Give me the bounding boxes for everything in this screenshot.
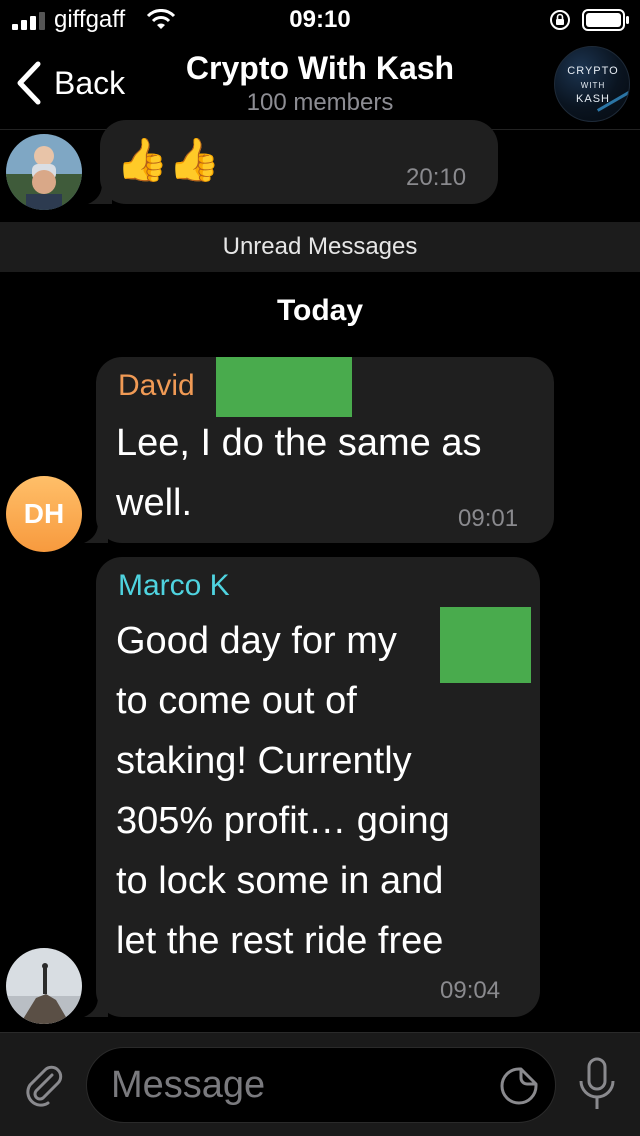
message-bubble[interactable]: 👍👍 20:10 <box>88 120 498 204</box>
redacted-block <box>216 357 352 417</box>
date-separator: Today <box>276 294 364 327</box>
avatar-text-line2: WITH <box>580 81 606 90</box>
status-bar: giffgaff 09:10 <box>0 0 640 40</box>
sender-avatar-photo[interactable] <box>6 948 82 1024</box>
message-bubble[interactable]: Marco K Good day for my to come out of s… <box>84 557 540 1017</box>
message-time: 09:01 <box>458 505 519 532</box>
sender-name[interactable]: David <box>118 369 195 403</box>
redacted-block <box>440 607 531 683</box>
microphone-icon[interactable] <box>576 1057 618 1115</box>
message-input[interactable] <box>111 1048 481 1122</box>
bubble-tail <box>84 523 108 543</box>
paperclip-icon[interactable] <box>22 1063 66 1107</box>
channel-avatar[interactable]: CRYPTO WITH KASH <box>554 46 630 122</box>
message-composer <box>0 1032 640 1136</box>
message-text-line: to come out of <box>116 680 357 722</box>
back-label: Back <box>54 64 126 101</box>
chat-title: Crypto With Kash <box>185 50 455 86</box>
sticker-icon[interactable] <box>499 1066 539 1106</box>
message-text: 👍👍 <box>116 136 221 183</box>
unread-messages-banner: Unread Messages <box>0 222 640 272</box>
sender-name[interactable]: Marco K <box>118 569 230 603</box>
chevron-left-icon <box>17 61 41 105</box>
status-time: 09:10 <box>289 6 351 33</box>
rotation-lock-icon <box>550 10 570 30</box>
battery-icon <box>582 9 629 31</box>
message-field[interactable] <box>86 1047 556 1123</box>
member-count: 100 members <box>246 89 394 116</box>
bubble-tail <box>84 997 108 1017</box>
message-text-line: let the rest ride free <box>116 920 444 962</box>
sender-avatar-photo[interactable] <box>6 134 82 210</box>
message-time: 20:10 <box>406 164 467 191</box>
avatar-text-line1: CRYPTO <box>567 65 619 77</box>
message-text-line: staking! Currently <box>116 740 412 782</box>
message-bubble[interactable]: David Lee, I do the same as well. 09:01 <box>84 357 554 543</box>
message-text-line: Good day for my <box>116 620 397 662</box>
message-text-line: 305% profit… going <box>116 800 450 842</box>
sender-avatar[interactable]: DH <box>6 476 82 552</box>
message-text-line: to lock some in and <box>116 860 444 902</box>
chat-title-area[interactable]: Crypto With Kash 100 members <box>140 50 500 117</box>
back-button[interactable]: Back <box>14 60 125 106</box>
message-text-line: well. <box>116 482 193 524</box>
bubble-tail <box>88 184 112 204</box>
chat-header: Back Crypto With Kash 100 members CRYPTO… <box>0 40 640 130</box>
message-time: 09:04 <box>440 977 501 1004</box>
message-text-line: Lee, I do the same as <box>116 422 482 464</box>
